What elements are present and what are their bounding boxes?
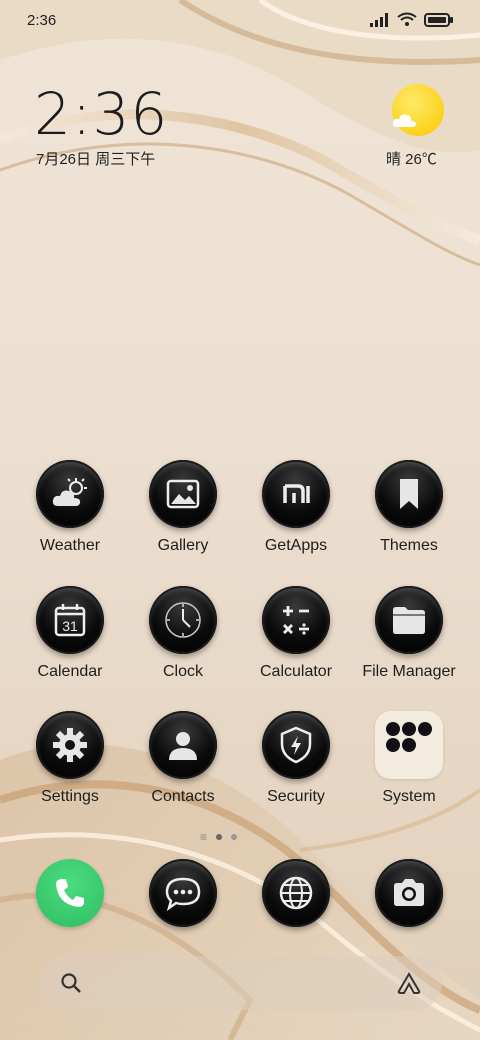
contacts-icon <box>149 711 217 779</box>
app-label: Themes <box>380 537 438 554</box>
status-bar: 2:36 <box>0 0 480 40</box>
app-label: Contacts <box>151 788 215 805</box>
clock-icon <box>149 586 217 654</box>
battery-icon <box>424 12 453 27</box>
app-gallery[interactable]: Gallery <box>127 460 239 570</box>
sun-icon <box>392 84 444 136</box>
app-folder-system[interactable]: System <box>353 711 465 821</box>
getapps-icon <box>262 460 330 528</box>
gallery-icon <box>149 460 217 528</box>
app-label: Calendar <box>37 663 103 680</box>
dock-browser[interactable] <box>240 859 352 929</box>
app-security[interactable]: Security <box>240 711 352 821</box>
search-bar[interactable] <box>38 956 442 1010</box>
app-calculator[interactable]: Calculator <box>240 586 352 696</box>
app-label: Weather <box>39 537 101 554</box>
browser-icon <box>262 859 330 927</box>
calendar-icon: 31 <box>36 586 104 654</box>
wifi-icon <box>397 12 417 26</box>
dock-camera[interactable] <box>353 859 465 929</box>
app-clock[interactable]: Clock <box>127 586 239 696</box>
app-label: Clock <box>162 663 203 680</box>
calendar-badge: 31 <box>62 618 78 634</box>
app-label: Security <box>267 788 325 805</box>
app-label: File Manager <box>362 663 456 680</box>
assistant-icon[interactable] <box>396 971 422 995</box>
weather-text: 晴 26℃ <box>386 151 437 168</box>
settings-icon <box>36 711 104 779</box>
dock-phone[interactable] <box>36 859 104 927</box>
phone-icon <box>56 879 84 907</box>
page-dot-active <box>216 834 223 840</box>
app-weather[interactable]: Weather <box>14 460 126 570</box>
weather-widget[interactable]: 晴 26℃ <box>380 82 452 172</box>
app-label: Gallery <box>157 537 209 554</box>
calculator-icon <box>262 586 330 654</box>
app-getapps[interactable]: GetApps <box>240 460 352 570</box>
folder-icon <box>375 711 443 779</box>
file-manager-icon <box>375 586 443 654</box>
camera-icon <box>375 859 443 927</box>
home-date: 7月26日 周三下午 <box>36 151 156 168</box>
themes-icon <box>375 460 443 528</box>
app-contacts[interactable]: Contacts <box>127 711 239 821</box>
status-icons <box>370 12 454 27</box>
app-label: System <box>382 788 436 805</box>
weather-icon <box>36 460 104 528</box>
signal-icon <box>370 12 388 27</box>
app-label: Settings <box>41 788 99 805</box>
app-label: Calculator <box>259 663 333 680</box>
cloud-icon <box>392 114 417 127</box>
dock-messages[interactable] <box>127 859 239 929</box>
home-clock[interactable]: 2:36 <box>34 80 168 148</box>
security-icon <box>262 711 330 779</box>
status-time: 2:36 <box>27 12 57 29</box>
app-file-manager[interactable]: File Manager <box>353 586 465 696</box>
app-themes[interactable]: Themes <box>353 460 465 570</box>
messages-icon <box>149 859 217 927</box>
app-settings[interactable]: Settings <box>14 711 126 821</box>
app-calendar[interactable]: 31 Calendar <box>14 586 126 696</box>
menu-lines-icon: ≡ <box>200 830 208 844</box>
search-icon <box>61 973 81 993</box>
page-dot <box>231 834 238 840</box>
app-label: GetApps <box>264 537 328 554</box>
page-indicator[interactable]: ≡ <box>200 830 238 844</box>
